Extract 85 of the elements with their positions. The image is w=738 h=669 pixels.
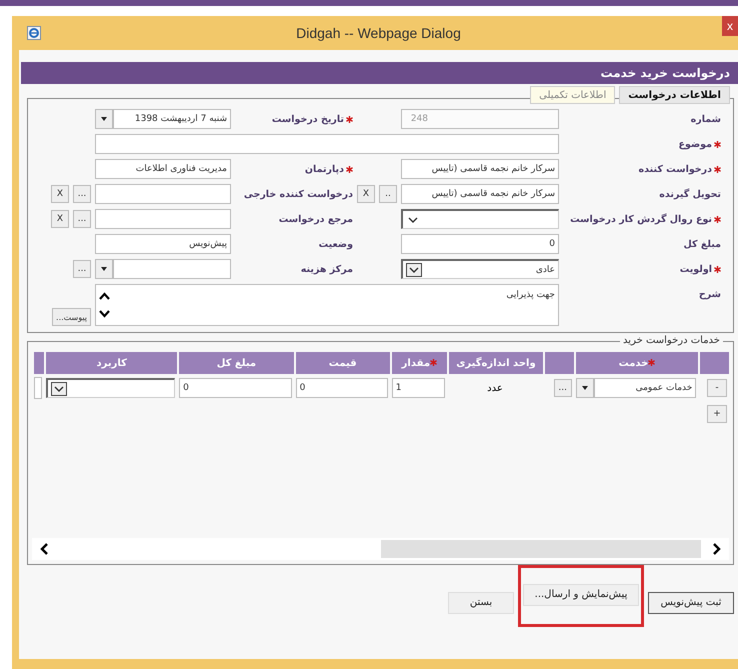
tab[interactable]: اطلاعات درخواست [619,86,730,104]
cost-center-field[interactable] [113,259,231,279]
field-label: مرکز هزینه [300,262,354,276]
text-field[interactable]: 0 [401,234,559,254]
text-field[interactable] [95,209,231,229]
scroll-left-icon[interactable] [40,543,50,555]
caret-icon [101,267,107,271]
small-button[interactable]: X [51,210,69,228]
field-label: مبلغ کل [682,238,722,252]
attach-button[interactable]: پیوست... [52,308,91,326]
caret-icon [582,386,588,390]
small-button[interactable]: ... [73,185,91,203]
required-icon [714,266,721,272]
chevron-icon [406,262,422,276]
quantity-field[interactable]: 1 [392,378,445,398]
small-button[interactable]: X [357,185,375,203]
price-field[interactable]: 0 [296,378,388,398]
small-button[interactable]: ... [73,260,91,278]
column-header: مقدار [390,352,447,374]
column-header: قیمت [294,352,390,374]
column-header [698,352,729,374]
small-button[interactable]: X [51,185,69,203]
field-label: دپارتمان [231,159,357,179]
field-label: نوع روال گردش کار درخواست [559,209,725,229]
field-label: وضعیت [318,238,354,252]
dropdown-button[interactable] [95,259,113,279]
field-label: مرجع درخواست [278,212,354,226]
subject-field[interactable] [95,134,559,154]
page-heading: درخواست خرید خدمت [21,62,738,84]
dropdown-button[interactable] [576,378,594,398]
field-label: درخواست کننده خارجی [242,188,354,202]
text-field[interactable] [95,184,231,204]
usage-select[interactable] [46,378,176,398]
date-field[interactable]: شنبه 7 اردیبهشت 1398 [113,109,231,129]
input-field[interactable] [34,377,42,399]
required-icon [346,166,353,172]
required-icon [430,358,438,366]
small-button[interactable]: .. [379,185,397,203]
text-field[interactable]: سرکار خانم نجمه قاسمی (تاییس [401,159,559,179]
field-label: اولویت [559,259,725,279]
column-header: خدمت [574,352,698,374]
window-title: Didgah -- Webpage Dialog [296,25,461,41]
required-icon [346,116,353,122]
column-header [543,352,574,374]
scroll-up-icon[interactable] [99,292,110,300]
service-field[interactable]: خدمات عمومی [594,378,696,398]
scroll-right-icon[interactable] [711,543,721,555]
scroll-down-icon[interactable] [99,310,110,318]
section-legend: خدمات درخواست خرید [620,335,723,346]
select-field[interactable]: عادی [401,259,559,279]
dropdown-button[interactable] [95,109,113,129]
browse-button[interactable]: ... [554,379,572,397]
footer-button[interactable]: بستن [448,592,514,614]
remove-row-button[interactable]: - [707,379,727,397]
required-icon [714,140,721,148]
required-icon [714,166,721,172]
column-header [32,352,44,374]
field-label: موضوع [559,134,725,154]
caret-icon [101,117,107,121]
chevron-icon [51,382,68,396]
required-icon [714,216,721,222]
app-icon [27,26,41,40]
text-field[interactable]: سرکار خانم نجمه قاسمی (تاییس [401,184,559,204]
horizontal-scrollbar[interactable] [32,538,729,560]
close-button[interactable]: x [722,16,738,36]
footer-button[interactable]: ثبت پیش‌نویس [648,592,734,614]
description-text: جهت پذیرایی [506,289,555,302]
field-label: درخواست کننده [559,159,725,179]
total-field[interactable]: 0 [179,378,292,398]
column-header: مبلغ کل [177,352,294,374]
footer-button[interactable]: پیش‌نمایش و ارسال... [523,584,639,606]
description-field[interactable]: جهت پذیرایی [95,284,559,326]
column-header: کاربرد [44,352,178,374]
select-field[interactable] [401,209,559,229]
small-button[interactable]: ... [73,210,91,228]
required-icon [648,358,656,366]
table-cell-text: عدد [486,382,504,396]
field-label: تحویل گیرنده [658,188,722,202]
field-label: شماره [690,112,722,126]
add-row-button[interactable]: + [707,405,727,423]
field-label: شرح [698,288,722,302]
text-field[interactable]: پیش‌نویس [95,234,231,254]
text-field[interactable]: مدیریت فناوری اطلاعات [95,159,231,179]
field-label: تاریخ درخواست [231,109,357,129]
column-header: واحد اندازه‌گیری [446,352,544,374]
